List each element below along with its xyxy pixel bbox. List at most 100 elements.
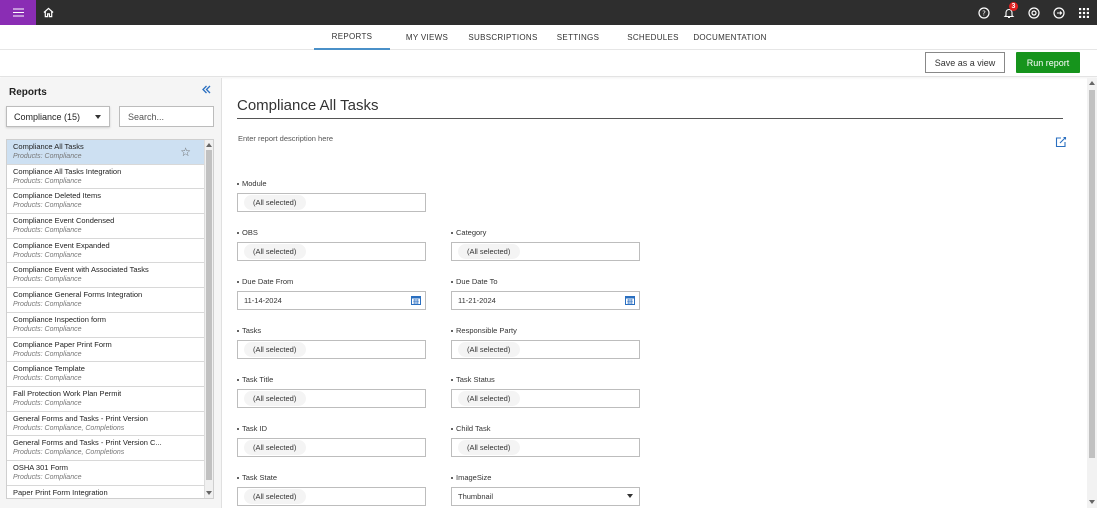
report-name: Compliance Paper Print Form — [13, 339, 112, 349]
task-id-label: Task ID — [237, 424, 267, 433]
tab-reports[interactable]: REPORTS — [314, 25, 390, 50]
report-products: Products: Compliance — [13, 473, 82, 481]
responsible-party-select[interactable]: (All selected) — [451, 340, 640, 359]
list-item[interactable]: Compliance Event Condensed Products: Com… — [7, 214, 205, 239]
report-name: Compliance Deleted Items — [13, 191, 101, 201]
image-size-dropdown[interactable]: Thumbnail — [451, 487, 640, 506]
tab-schedules[interactable]: SCHEDULES — [624, 25, 682, 50]
due-date-to-value: 11-21-2024 — [458, 296, 496, 305]
report-name: OSHA 301 Form — [13, 462, 69, 472]
report-name: General Forms and Tasks - Print Version … — [13, 438, 162, 448]
list-item[interactable]: Compliance General Forms Integration Pro… — [7, 288, 205, 313]
due-date-from-input[interactable]: 11-14-2024 — [237, 291, 426, 310]
child-task-select[interactable]: (All selected) — [451, 438, 640, 457]
tab-bar: REPORTS MY VIEWS SUBSCRIPTIONS SETTINGS … — [0, 25, 1097, 50]
responsible-party-label: Responsible Party — [451, 326, 517, 335]
notification-bell-icon[interactable]: 3 — [997, 0, 1021, 25]
due-date-from-label: Due Date From — [237, 277, 293, 286]
svg-text:?: ? — [982, 9, 986, 17]
help-icon[interactable]: ? — [972, 0, 996, 25]
calendar-icon[interactable] — [625, 295, 635, 307]
list-scrollbar[interactable] — [204, 140, 213, 498]
report-name: Compliance Template — [13, 364, 85, 374]
main-scrollbar[interactable] — [1087, 78, 1097, 508]
due-date-to-label: Due Date To — [451, 277, 498, 286]
category-value: (All selected) — [458, 244, 521, 259]
category-select[interactable]: Compliance (15) — [6, 106, 110, 127]
tab-documentation[interactable]: DOCUMENTATION — [693, 25, 766, 50]
report-name: Compliance Inspection form — [13, 314, 106, 324]
child-task-label: Child Task — [451, 424, 490, 433]
run-report-button[interactable]: Run report — [1016, 52, 1080, 73]
edit-icon[interactable] — [1055, 135, 1067, 153]
report-products: Products: Compliance, Completions — [13, 424, 125, 432]
report-products: Products: Compliance — [13, 350, 82, 358]
scroll-up-icon[interactable] — [206, 143, 212, 147]
report-detail: Compliance All Tasks Enter report descri… — [223, 78, 1097, 508]
report-name: Compliance Event with Associated Tasks — [13, 265, 149, 275]
home-icon[interactable] — [38, 0, 58, 25]
task-id-value: (All selected) — [244, 440, 307, 455]
due-date-to-input[interactable]: 11-21-2024 — [451, 291, 640, 310]
apps-grid-icon[interactable] — [1072, 0, 1096, 25]
list-item[interactable]: Compliance Inspection form Products: Com… — [7, 312, 205, 338]
task-status-value: (All selected) — [458, 391, 521, 406]
logout-icon[interactable] — [1047, 0, 1071, 25]
tasks-value: (All selected) — [244, 342, 307, 357]
module-select[interactable]: (All selected) — [237, 193, 426, 212]
task-state-value: (All selected) — [244, 489, 307, 504]
list-item[interactable]: Compliance Paper Print Form Products: Co… — [7, 337, 205, 363]
report-name: Compliance General Forms Integration — [13, 290, 143, 300]
list-item[interactable]: General Forms and Tasks - Print Version … — [7, 411, 205, 437]
list-item[interactable]: Fall Protection Work Plan Permit Product… — [7, 386, 205, 412]
list-item[interactable]: Paper Print Form Integration — [7, 485, 205, 498]
favorite-star-icon[interactable]: ☆ — [180, 145, 191, 159]
save-as-view-button[interactable]: Save as a view — [925, 52, 1005, 73]
scrollbar-thumb[interactable] — [206, 150, 212, 480]
report-name: Fall Protection Work Plan Permit — [13, 388, 122, 398]
scroll-down-icon[interactable] — [206, 491, 212, 495]
chevron-down-icon — [627, 494, 633, 498]
chevron-down-icon — [95, 115, 101, 119]
task-status-label: Task Status — [451, 375, 495, 384]
task-title-value: (All selected) — [244, 391, 307, 406]
list-item[interactable]: Compliance Template Products: Compliance — [7, 362, 205, 387]
task-title-select[interactable]: (All selected) — [237, 389, 426, 408]
tab-settings[interactable]: SETTINGS — [552, 25, 604, 50]
list-item[interactable]: General Forms and Tasks - Print Version … — [7, 436, 205, 461]
collapse-sidebar-icon[interactable] — [202, 83, 211, 97]
scroll-down-icon[interactable] — [1089, 500, 1095, 504]
support-icon[interactable] — [1022, 0, 1046, 25]
report-search-input[interactable] — [119, 106, 214, 127]
tasks-select[interactable]: (All selected) — [237, 340, 426, 359]
tab-my-views[interactable]: MY VIEWS — [400, 25, 454, 50]
scrollbar-thumb[interactable] — [1089, 90, 1095, 458]
obs-select[interactable]: (All selected) — [237, 242, 426, 261]
menu-icon[interactable] — [0, 0, 36, 25]
scroll-up-icon[interactable] — [1089, 81, 1095, 85]
list-item[interactable]: Compliance Deleted Items Products: Compl… — [7, 189, 205, 215]
list-item[interactable]: Compliance Event Expanded Products: Comp… — [7, 238, 205, 264]
sidebar-title: Reports — [9, 87, 47, 98]
calendar-icon[interactable] — [411, 295, 421, 307]
tab-subscriptions[interactable]: SUBSCRIPTIONS — [466, 25, 540, 50]
list-item[interactable]: OSHA 301 Form Products: Compliance — [7, 460, 205, 486]
task-state-select[interactable]: (All selected) — [237, 487, 426, 506]
reports-sidebar: Reports Compliance (15) Compliance All T… — [0, 78, 222, 508]
list-item[interactable]: Compliance All Tasks Integration Product… — [7, 164, 205, 190]
report-products: Products: Compliance — [13, 399, 82, 407]
report-name: Paper Print Form Integration — [13, 487, 108, 497]
list-item[interactable]: Compliance Event with Associated Tasks P… — [7, 263, 205, 289]
child-task-value: (All selected) — [458, 440, 521, 455]
list-item[interactable]: Compliance All Tasks Products: Complianc… — [7, 140, 205, 165]
report-products: Products: Compliance — [13, 325, 82, 333]
task-state-label: Task State — [237, 473, 277, 482]
report-description[interactable]: Enter report description here — [238, 134, 333, 143]
report-products: Products: Compliance — [13, 202, 82, 210]
task-id-select[interactable]: (All selected) — [237, 438, 426, 457]
report-products: Products: Compliance — [13, 177, 82, 185]
category-field[interactable]: (All selected) — [451, 242, 640, 261]
task-status-select[interactable]: (All selected) — [451, 389, 640, 408]
category-label: Category — [451, 228, 486, 237]
responsible-party-value: (All selected) — [458, 342, 521, 357]
